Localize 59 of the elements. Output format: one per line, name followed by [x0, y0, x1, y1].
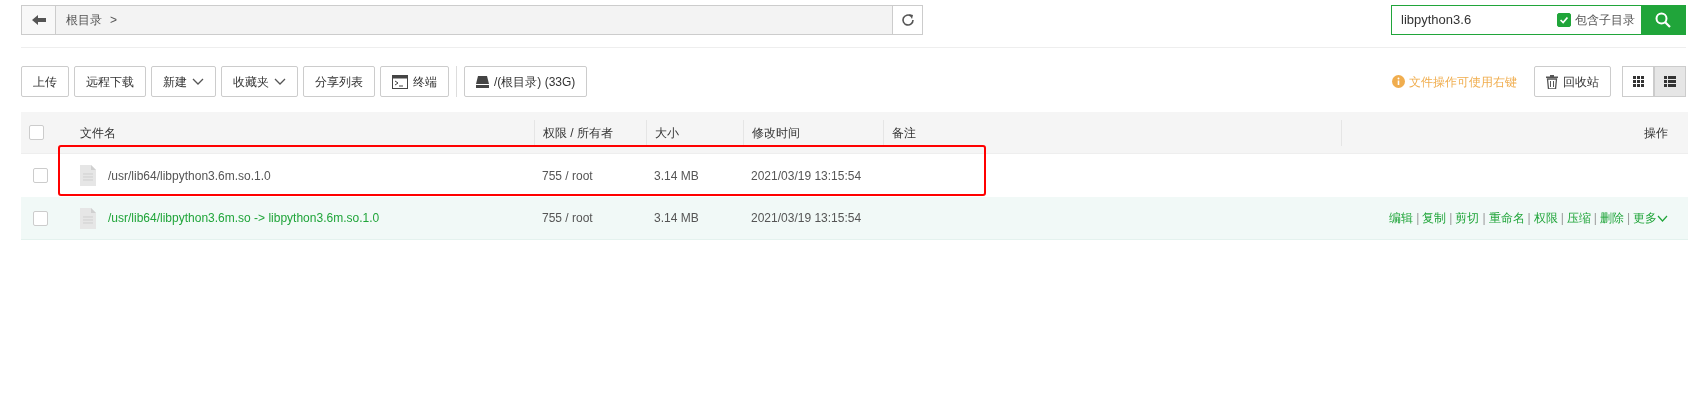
breadcrumb-separator: >	[110, 12, 117, 29]
separator: |	[1416, 211, 1420, 225]
caret-icon	[1657, 214, 1668, 223]
separator: |	[1482, 211, 1486, 225]
checkbox[interactable]	[33, 210, 48, 226]
separator: |	[1560, 211, 1564, 225]
grid-view-icon	[1632, 76, 1644, 87]
search-icon	[1655, 12, 1671, 28]
view-toggle-button[interactable]	[1622, 66, 1654, 97]
table-row[interactable]: /usr/lib64/libpython3.6m.so -> libpython3.6m.so.1.0 755 / root 3.14 MB 2021/03/19 13:15:54 编辑 | 复制 | 剪切 | 重命名 | 权限 | 压缩 | 删除 | 更多	[21, 197, 1688, 240]
trash-icon	[1546, 74, 1558, 89]
checkbox-label: 包含子目录	[1575, 12, 1635, 29]
column-header: 备注	[892, 125, 916, 140]
refresh-icon	[900, 13, 915, 27]
toolbar-button[interactable]: 终端	[380, 66, 449, 97]
disk-icon	[476, 75, 489, 88]
column-header: 大小	[655, 125, 679, 140]
file-name-link[interactable]: /usr/lib64/libpython3.6m.so.1.0	[108, 166, 271, 185]
column-header: 修改时间	[752, 125, 800, 140]
separator: |	[1593, 211, 1597, 225]
search-button[interactable]	[1641, 6, 1685, 34]
caret-icon	[192, 77, 204, 86]
back-button[interactable]	[22, 6, 56, 34]
back-arrow-icon	[31, 15, 46, 25]
table-row[interactable]: /usr/lib64/libpython3.6m.so.1.0 755 / root 3.14 MB 2021/03/19 13:15:54	[21, 154, 1688, 197]
terminal-icon	[392, 74, 408, 89]
refresh-button[interactable]	[892, 6, 922, 34]
table-cell-text: 2021/03/19 13:15:54	[750, 167, 863, 185]
table-cell-text: 3.14 MB	[653, 167, 700, 185]
toolbar-button[interactable]: 远程下载	[74, 66, 146, 97]
table-cell-text: 2021/03/19 13:15:54	[750, 210, 863, 227]
caret-icon	[274, 77, 286, 86]
toolbar-button[interactable]: 收藏夹	[221, 66, 298, 97]
table-cell-text: 3.14 MB	[653, 210, 700, 227]
list-view-icon	[1664, 76, 1676, 87]
view-toggle-button[interactable]	[1654, 66, 1686, 97]
checkbox[interactable]	[1557, 13, 1571, 27]
breadcrumb-link[interactable]: 根目录	[66, 11, 102, 29]
separator: |	[1626, 211, 1630, 225]
checkbox[interactable]	[33, 168, 48, 183]
checkbox[interactable]	[29, 125, 44, 140]
column-header: 文件名	[80, 125, 116, 140]
column-header: 操作	[1644, 125, 1668, 140]
toolbar-button[interactable]: /(根目录) (33G)	[464, 66, 588, 97]
search-box[interactable]: libpython3.6 包含子目录	[1391, 5, 1686, 35]
info-icon	[1392, 75, 1405, 88]
check-icon	[1559, 16, 1569, 24]
file-icon	[80, 165, 96, 186]
table-cell-text: 755 / root	[541, 167, 594, 185]
toolbar-button[interactable]: 新建	[151, 66, 216, 97]
toolbar-button[interactable]: 上传	[21, 66, 69, 97]
separator: |	[1449, 211, 1453, 225]
file-icon	[80, 207, 96, 229]
toolbar-button[interactable]: 分享列表	[303, 66, 375, 97]
table-cell-text: 755 / root	[541, 210, 594, 227]
separator: |	[1527, 211, 1531, 225]
hint-text: 文件操作可使用右键	[1409, 73, 1517, 91]
column-header: 权限 / 所有者	[543, 125, 613, 140]
recycle-bin-button[interactable]: 回收站	[1534, 66, 1611, 97]
